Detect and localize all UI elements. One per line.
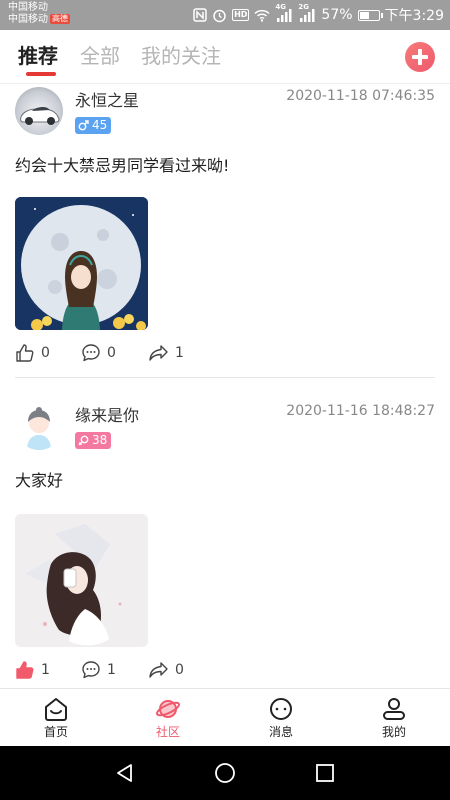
- share-button[interactable]: 1: [148, 343, 184, 363]
- add-post-button[interactable]: [405, 42, 435, 72]
- comment-count: 0: [107, 345, 116, 361]
- thumbs-up-icon: [16, 344, 34, 362]
- gender-level-badge: 38: [75, 432, 112, 449]
- profile-icon: [383, 697, 405, 720]
- nfc-icon: [193, 8, 207, 22]
- carrier-badge: 高德: [50, 14, 70, 24]
- signal-4g-icon: 4G: [275, 3, 293, 22]
- tab-all[interactable]: 全部: [80, 40, 120, 69]
- post-text[interactable]: 约会十大禁忌男同学看过来呦!: [15, 152, 229, 176]
- comment-count: 1: [107, 662, 116, 678]
- user-avatar[interactable]: [15, 87, 63, 135]
- net-label-4g: 4G: [275, 2, 287, 11]
- like-count: 1: [41, 662, 50, 678]
- post-image[interactable]: [15, 197, 148, 330]
- post-timestamp: 2020-11-18 07:46:35: [286, 88, 435, 104]
- like-count: 0: [41, 345, 50, 361]
- user-avatar[interactable]: [15, 402, 63, 450]
- carrier-line-1: 中国移动: [8, 2, 48, 13]
- back-triangle-icon: [117, 764, 132, 782]
- user-level: 45: [92, 118, 108, 132]
- like-button[interactable]: 0: [15, 343, 50, 363]
- post-card: 永恒之星 2020-11-18 07:46:35 45 约会十大禁忌男同学看过来…: [0, 85, 450, 377]
- post-feed[interactable]: 永恒之星 2020-11-18 07:46:35 45 约会十大禁忌男同学看过来…: [0, 85, 450, 688]
- message-icon: [270, 697, 292, 720]
- status-bar: 中国移动 中国移动 高德 HD 4G 2G 57% 下午3:29: [0, 0, 450, 30]
- home-icon: [45, 697, 67, 721]
- hd-icon: HD: [232, 9, 250, 21]
- nav-community-label: 社区: [155, 724, 180, 739]
- post-timestamp: 2020-11-16 18:48:27: [286, 403, 435, 419]
- moon-girl-illustration: [15, 197, 148, 330]
- tab-following[interactable]: 我的关注: [141, 40, 221, 69]
- nav-home[interactable]: 首页: [0, 689, 112, 747]
- comment-button[interactable]: 1: [81, 660, 116, 680]
- recents-square-icon: [316, 764, 334, 782]
- thumbs-up-filled-icon: [16, 661, 34, 679]
- home-system-button[interactable]: [213, 761, 237, 785]
- bottom-navigation: 首页 社区 消息 我的: [0, 688, 450, 746]
- username[interactable]: 永恒之星: [75, 87, 139, 111]
- username[interactable]: 缘来是你: [75, 402, 139, 426]
- wifi-icon: [254, 9, 270, 22]
- share-count: 0: [175, 662, 184, 678]
- nav-community[interactable]: 社区: [112, 689, 224, 747]
- active-tab-indicator: [26, 72, 56, 76]
- male-icon: [78, 120, 89, 131]
- share-icon: [149, 345, 168, 361]
- alarm-icon: [212, 8, 227, 23]
- back-button[interactable]: [113, 761, 137, 785]
- top-tab-bar: 推荐 全部 我的关注: [0, 30, 450, 84]
- share-button[interactable]: 0: [148, 660, 184, 680]
- nav-messages-label: 消息: [268, 724, 293, 739]
- nav-profile[interactable]: 我的: [338, 689, 450, 747]
- nav-messages[interactable]: 消息: [225, 689, 337, 747]
- nav-home-label: 首页: [43, 724, 68, 739]
- post-image[interactable]: [15, 514, 148, 647]
- community-planet-icon: [155, 699, 181, 718]
- gender-level-badge: 45: [75, 117, 112, 134]
- share-count: 1: [175, 345, 184, 361]
- recents-button[interactable]: [313, 761, 337, 785]
- carrier-line-2: 中国移动: [8, 14, 48, 25]
- net-label-2g: 2G: [298, 2, 310, 11]
- status-icons: HD 4G 2G 57% 下午3:29: [193, 0, 444, 30]
- comment-button[interactable]: 0: [81, 343, 116, 363]
- default-user-avatar-icon: [15, 402, 63, 450]
- post-card: 缘来是你 2020-11-16 18:48:27 38 大家好 1: [0, 378, 450, 688]
- user-level: 38: [92, 433, 108, 447]
- sports-car-icon: [20, 107, 60, 125]
- post-text[interactable]: 大家好: [15, 467, 63, 491]
- system-navigation-bar: [0, 746, 450, 800]
- like-button[interactable]: 1: [15, 660, 50, 680]
- tab-recommended[interactable]: 推荐: [18, 40, 58, 69]
- clock: 下午3:29: [384, 8, 444, 24]
- female-icon: [78, 435, 89, 446]
- carrier-info: 中国移动 中国移动 高德: [8, 2, 70, 26]
- comment-icon: [82, 344, 100, 362]
- battery-icon: [357, 9, 383, 21]
- signal-2g-icon: 2G: [298, 3, 316, 22]
- girl-illustration: [15, 514, 148, 647]
- home-circle-icon: [215, 763, 235, 783]
- battery-percent: 57%: [321, 7, 353, 23]
- nav-profile-label: 我的: [381, 724, 406, 739]
- share-icon: [149, 662, 168, 678]
- comment-icon: [82, 661, 100, 679]
